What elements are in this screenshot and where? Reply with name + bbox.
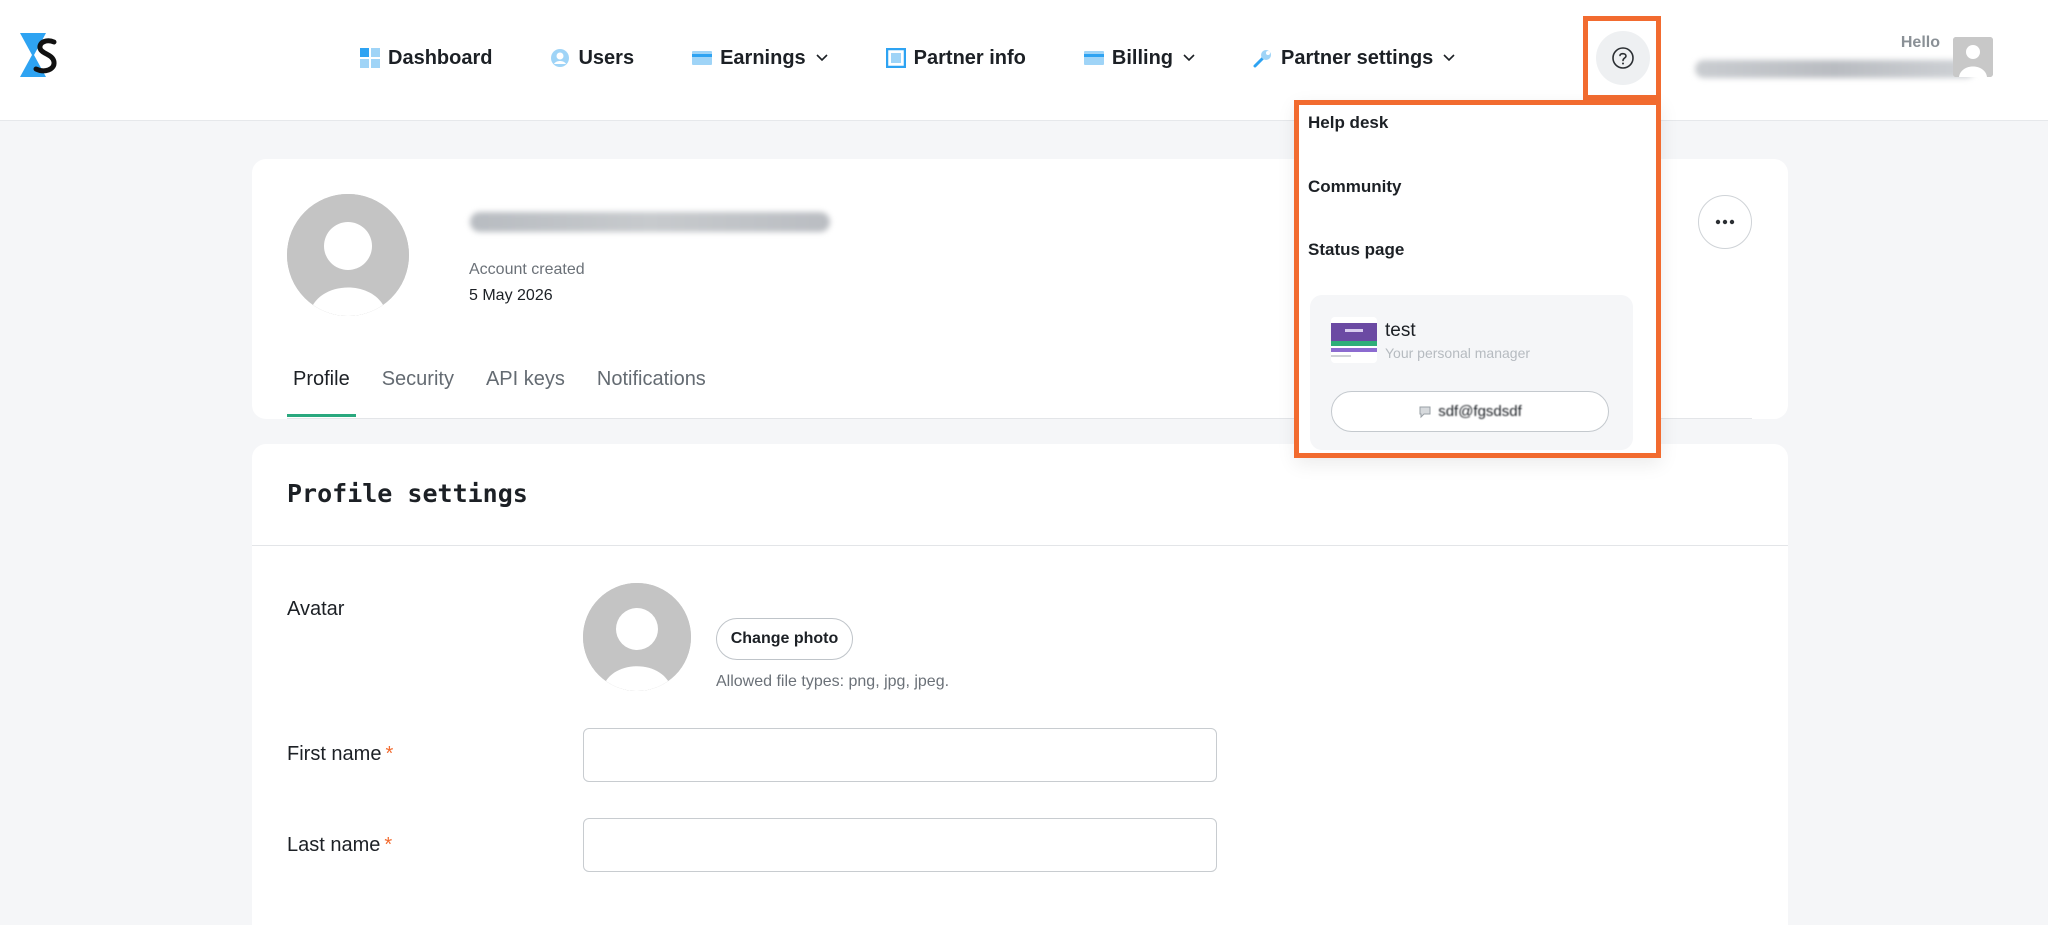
more-options-button[interactable] [1698, 195, 1752, 249]
nav-earnings-label: Earnings [720, 46, 806, 69]
menu-item-help-desk[interactable]: Help desk [1308, 113, 1388, 133]
first-name-label-text: First name [287, 743, 382, 765]
account-created-label: Account created [469, 261, 585, 278]
avatar-silhouette-icon [583, 583, 691, 691]
avatar-silhouette-icon [1953, 37, 1993, 77]
last-name-label-text: Last name [287, 834, 381, 856]
chat-icon [1419, 406, 1431, 418]
profile-tabs: Profile Security API keys Notifications [287, 368, 732, 417]
tab-security[interactable]: Security [376, 368, 460, 415]
required-mark: * [384, 834, 393, 856]
highlight-box-help [1583, 16, 1661, 100]
card-icon [692, 51, 713, 65]
nav-dashboard[interactable]: Dashboard [360, 47, 492, 70]
user-email-redacted [1695, 60, 1975, 78]
chevron-down-icon [816, 54, 828, 62]
card-icon [1083, 51, 1104, 65]
wrench-icon [1253, 50, 1272, 68]
first-name-input[interactable] [583, 728, 1217, 782]
profile-email-redacted [470, 212, 830, 232]
user-avatar[interactable] [1953, 37, 1993, 77]
nav-earnings[interactable]: Earnings [692, 47, 828, 70]
manager-role: Your personal manager [1385, 345, 1531, 361]
tab-notifications[interactable]: Notifications [591, 368, 712, 415]
chevron-down-icon [1443, 54, 1455, 62]
more-horizontal-icon [1715, 219, 1735, 225]
manager-thumbnail-icon [1331, 317, 1377, 363]
account-created-date: 5 May 2026 [469, 287, 553, 304]
chevron-down-icon [1183, 54, 1195, 62]
nav-partner-info-label: Partner info [913, 46, 1026, 69]
manager-avatar [1331, 317, 1377, 363]
square-icon [885, 48, 906, 68]
profile-settings-title: Profile settings [287, 479, 528, 508]
nav-partner-settings-label: Partner settings [1281, 46, 1434, 69]
profile-avatar [287, 194, 409, 316]
greeting: Hello [1900, 34, 1940, 51]
dashboard-icon [360, 48, 380, 68]
manager-name: test [1385, 320, 1416, 341]
nav-partner-info[interactable]: Partner info [885, 46, 1026, 70]
allowed-file-types: Allowed file types: png, jpg, jpeg. [716, 673, 950, 690]
nav-billing[interactable]: Billing [1083, 46, 1195, 70]
manager-contact-button[interactable]: sdf@fgsdsdf [1331, 391, 1609, 432]
settings-divider [252, 545, 1788, 546]
nav-users[interactable]: Users [550, 47, 634, 70]
nav-users-label: Users [578, 46, 635, 69]
last-name-label: Last name * [287, 834, 392, 857]
nav-partner-settings[interactable]: Partner settings [1253, 47, 1455, 70]
logo-icon[interactable] [20, 33, 62, 77]
tab-profile[interactable]: Profile [287, 368, 356, 417]
nav-billing-label: Billing [1111, 46, 1174, 69]
tab-api-keys[interactable]: API keys [480, 368, 571, 415]
required-mark: * [385, 743, 394, 765]
menu-item-status-page[interactable]: Status page [1308, 240, 1404, 260]
avatar-silhouette-icon [287, 194, 409, 316]
manager-contact-text: sdf@fgsdsdf [1438, 403, 1522, 420]
menu-item-community[interactable]: Community [1308, 177, 1402, 197]
settings-avatar [583, 583, 691, 691]
avatar-label: Avatar [287, 598, 345, 620]
first-name-label: First name * [287, 743, 393, 766]
nav-dashboard-label: Dashboard [388, 46, 493, 69]
last-name-input[interactable] [583, 818, 1217, 872]
change-photo-button[interactable]: Change photo [716, 618, 853, 660]
users-icon [551, 49, 570, 67]
main-nav: Dashboard Users Earnings Partner info Bi… [360, 40, 1455, 76]
